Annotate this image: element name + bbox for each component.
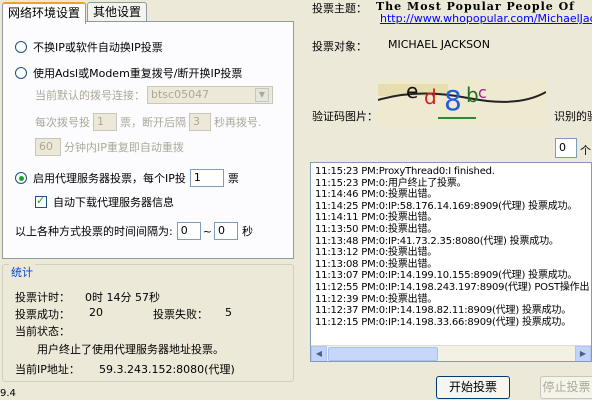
option-proxy-vote[interactable]: 启用代理服务器投票，每个IP投 1 票 bbox=[15, 169, 239, 187]
start-vote-button[interactable]: 开始投票 bbox=[436, 376, 510, 399]
captcha-image: e d 8 b c bbox=[378, 78, 546, 126]
dial-every-row: 每次拨号投 1 票，断开后隔 3 秒再拨号. bbox=[35, 113, 262, 131]
scroll-right-icon[interactable]: ▶ bbox=[575, 346, 591, 361]
vote-theme-link[interactable]: http://www.whopopular.com/MichaelJacks bbox=[380, 12, 592, 25]
svg-text:b: b bbox=[466, 83, 479, 107]
auto-download-proxy-checkbox[interactable] bbox=[35, 194, 47, 208]
success-label: 投票成功： bbox=[15, 308, 70, 321]
scroll-left-icon[interactable]: ◀ bbox=[311, 346, 327, 361]
dial-every-count-input[interactable]: 1 bbox=[93, 113, 117, 131]
vote-target-value: MICHAEL JACKSON bbox=[388, 38, 490, 51]
log-line: 11:12:55 PM:0:IP:14.198.243.197:8909(代理)… bbox=[315, 281, 590, 293]
recognized-code-input[interactable]: 0 bbox=[555, 138, 577, 158]
svg-text:e: e bbox=[406, 79, 418, 103]
interval-from-input[interactable]: 0 bbox=[176, 222, 201, 240]
log-line: 11:13:48 PM:0:IP:41.73.2.35:8080(代理) 投票成… bbox=[315, 235, 559, 247]
stats-group: 统计 投票计时： 0时 14分 57秒 投票成功： 20 投票失败： 5 当前状… bbox=[2, 264, 294, 382]
dial-every-mid: 票，断开后隔 bbox=[120, 116, 186, 129]
code-suffix: 个 bbox=[580, 144, 591, 157]
auto-download-proxy-row[interactable]: 自动下载代理服务器信息 bbox=[35, 194, 174, 210]
dial-every-prefix: 每次拨号投 bbox=[35, 116, 90, 129]
captcha-label: 验证码图片： bbox=[312, 110, 378, 123]
log-lines: 11:15:23 PM:ProxyThread0:I finished. 11:… bbox=[311, 163, 591, 328]
log-line: 11:13:07 PM:0:IP:14.199.10.155:8909(代理) … bbox=[315, 270, 578, 282]
vote-interval-row: 以上各种方式投票的时间间隔为: 0 ~ 0 秒 bbox=[15, 222, 253, 240]
svg-text:d: d bbox=[424, 85, 437, 109]
proxy-votes-per-ip-input[interactable]: 1 bbox=[189, 169, 224, 187]
stop-vote-button[interactable]: 停止投票 bbox=[540, 376, 592, 399]
log-line: 11:15:23 PM:ProxyThread0:I finished. bbox=[315, 166, 495, 177]
interval-separator: ~ bbox=[202, 224, 212, 238]
network-settings-panel: 不换IP或软件自动换IP投票 使用Adsl或Modem重复拨号/断开换IP投票 … bbox=[2, 21, 294, 259]
success-value: 20 bbox=[89, 306, 103, 319]
status-bar-text: 9.4 bbox=[0, 388, 16, 399]
log-line: 11:12:15 PM:0:IP:14.198.33.66:8909(代理) 投… bbox=[315, 316, 571, 328]
proxy-votes-unit: 票 bbox=[227, 172, 239, 185]
fail-value: 5 bbox=[225, 306, 232, 319]
repeat-ip-row: 60 分钟内IP重复即自动重拨 bbox=[35, 138, 184, 156]
option-no-ip-change-label: 不换IP或软件自动换IP投票 bbox=[33, 41, 163, 54]
log-line: 11:14:11 PM:0:投票出错。 bbox=[315, 212, 438, 224]
fail-label: 投票失败： bbox=[153, 308, 208, 321]
repeat-minutes-input[interactable]: 60 bbox=[35, 138, 61, 156]
radio-proxy-vote[interactable] bbox=[15, 172, 27, 184]
timer-label: 投票计时： bbox=[15, 291, 70, 304]
auto-download-proxy-label: 自动下载代理服务器信息 bbox=[53, 196, 174, 209]
dial-connection-row: 当前默认的拨号连接： btsc05047 ▼ bbox=[35, 86, 273, 104]
captcha-graphic: e d 8 b c bbox=[378, 78, 546, 126]
recognized-code-label: 识别的验 bbox=[554, 110, 592, 123]
log-line: 11:13:08 PM:0:投票出错。 bbox=[315, 258, 438, 270]
log-line: 11:12:39 PM:0:投票出错。 bbox=[315, 293, 438, 305]
vote-theme-label: 投票主题： bbox=[312, 2, 367, 15]
interval-unit: 秒 bbox=[241, 225, 253, 238]
vote-target-label: 投票对象： bbox=[312, 40, 367, 53]
option-adsl-redial-label: 使用Adsl或Modem重复拨号/断开换IP投票 bbox=[33, 67, 243, 80]
vote-interval-label: 以上各种方式投票的时间间隔为: bbox=[15, 225, 173, 238]
log-list[interactable]: 11:15:23 PM:ProxyThread0:I finished. 11:… bbox=[310, 162, 592, 362]
log-line: 11:13:12 PM:0:投票出错。 bbox=[315, 247, 438, 259]
dial-wait-seconds-input[interactable]: 3 bbox=[189, 113, 211, 131]
tab-strip: 网络环境设置 其他设置 bbox=[2, 2, 148, 24]
log-line: 11:13:50 PM:0:投票出错。 bbox=[315, 223, 438, 235]
tab-network-settings[interactable]: 网络环境设置 bbox=[2, 2, 87, 24]
dial-connection-label: 当前默认的拨号连接： bbox=[35, 89, 145, 102]
log-line: 11:12:37 PM:0:IP:14.198.82.11:8909(代理) 投… bbox=[315, 305, 571, 317]
option-proxy-vote-label: 启用代理服务器投票，每个IP投 bbox=[33, 172, 186, 185]
tab-other-settings[interactable]: 其他设置 bbox=[87, 2, 148, 22]
svg-text:c: c bbox=[478, 83, 487, 102]
repeat-ip-label: 分钟内IP重复即自动重拨 bbox=[64, 141, 184, 154]
svg-text:8: 8 bbox=[444, 84, 462, 117]
option-no-ip-change[interactable]: 不换IP或软件自动换IP投票 bbox=[15, 39, 163, 55]
radio-no-ip-change[interactable] bbox=[15, 41, 27, 53]
current-ip-label: 当前IP地址： bbox=[15, 363, 80, 376]
log-line: 11:14:46 PM:0:投票出错。 bbox=[315, 189, 438, 201]
option-adsl-redial[interactable]: 使用Adsl或Modem重复拨号/断开换IP投票 bbox=[15, 65, 242, 81]
scrollbar-thumb[interactable] bbox=[328, 347, 438, 361]
stats-title: 统计 bbox=[9, 264, 35, 280]
dial-connection-value: btsc05047 bbox=[151, 88, 210, 101]
state-label: 当前状态： bbox=[15, 325, 70, 338]
state-value: 用户终止了使用代理服务器地址投票。 bbox=[37, 343, 224, 356]
chevron-down-icon: ▼ bbox=[255, 88, 269, 102]
log-horizontal-scrollbar[interactable]: ◀ ▶ bbox=[311, 345, 591, 361]
current-ip-value: 59.3.243.152:8080(代理) bbox=[99, 363, 235, 376]
log-line: 11:15:23 PM:0:用户终止了投票。 bbox=[315, 177, 467, 189]
dial-every-suffix: 秒再拨号. bbox=[214, 116, 262, 129]
interval-to-input[interactable]: 0 bbox=[213, 222, 238, 240]
log-line: 11:14:25 PM:0:IP:58.176.14.169:8909(代理) … bbox=[315, 200, 578, 212]
radio-adsl-redial[interactable] bbox=[15, 67, 27, 79]
dial-connection-select[interactable]: btsc05047 ▼ bbox=[147, 86, 273, 104]
timer-value: 0时 14分 57秒 bbox=[85, 291, 160, 304]
